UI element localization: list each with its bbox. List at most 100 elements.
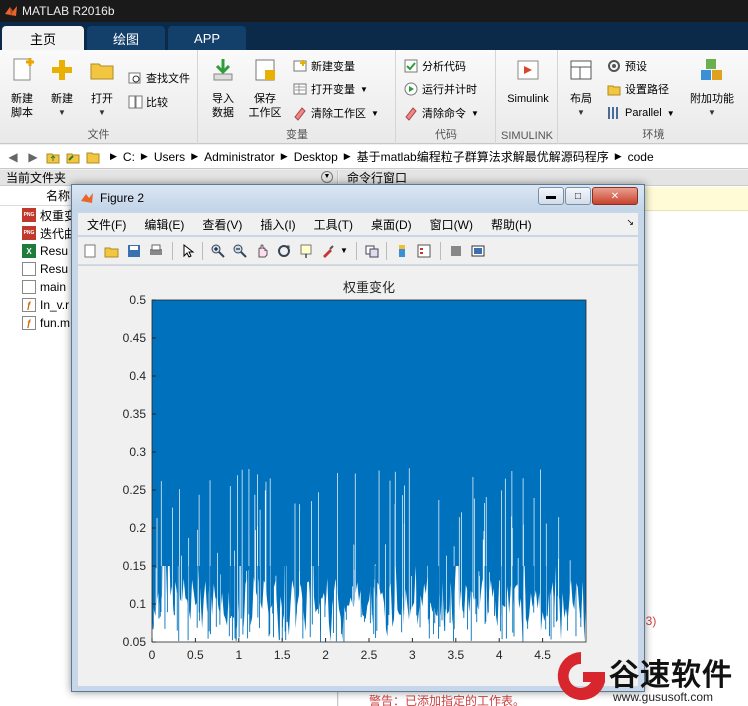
- menu-window[interactable]: 窗口(W): [430, 216, 473, 233]
- open-variable-button[interactable]: 打开变量 ▼: [292, 79, 368, 99]
- compare-icon: [128, 95, 143, 109]
- weight-change-chart[interactable]: 0 0.5 1 1.5 2 2.5 3 3.5 4 4.5 0.05 0.1 0.15 0.2 0.25 0.…: [78, 266, 638, 686]
- zoom-in-icon[interactable]: [210, 243, 226, 259]
- pointer-icon[interactable]: [180, 243, 196, 259]
- tab-plots[interactable]: 绘图: [87, 26, 166, 50]
- menu-edit[interactable]: 编辑(E): [144, 216, 184, 233]
- compare-button[interactable]: 比较: [127, 92, 168, 112]
- panel-menu-icon[interactable]: ▼: [321, 171, 333, 183]
- excel-file-icon: X: [22, 244, 36, 258]
- find-files-button[interactable]: 查找文件: [127, 68, 190, 88]
- figure-title: Figure 2: [100, 191, 145, 205]
- zoom-out-icon[interactable]: [232, 243, 248, 259]
- file-name: main: [40, 280, 67, 294]
- x-tick-label: 2.5: [361, 648, 378, 662]
- new-label: 新建: [51, 93, 73, 105]
- open-file-icon[interactable]: [104, 243, 120, 259]
- x-tick-label: 1: [235, 648, 242, 662]
- addons-cubes-icon: [701, 59, 722, 80]
- clear-commands-icon: [405, 107, 417, 121]
- tab-apps[interactable]: APP: [168, 26, 247, 50]
- menu-help[interactable]: 帮助(H): [491, 216, 532, 233]
- y-tick-label: 0.45: [123, 331, 147, 345]
- run-and-time-button[interactable]: 运行并计时: [403, 79, 477, 99]
- simulink-button[interactable]: Simulink: [501, 56, 555, 106]
- analyze-code-icon: [404, 59, 418, 73]
- clear-commands-button[interactable]: 清除命令 ▼: [403, 103, 479, 123]
- menu-insert[interactable]: 插入(I): [260, 216, 295, 233]
- simulink-label: Simulink: [507, 93, 549, 105]
- layout-icon: [570, 60, 592, 80]
- back-icon[interactable]: ◀: [4, 149, 22, 165]
- layout-button[interactable]: 布局 ▼: [561, 56, 601, 120]
- link-plot-icon[interactable]: [364, 243, 380, 259]
- find-files-icon: [128, 72, 141, 84]
- crumb-administrator[interactable]: Administrator: [204, 150, 275, 164]
- crumb-drive[interactable]: C:: [123, 150, 135, 164]
- import-data-button[interactable]: 导入 数据: [203, 56, 243, 120]
- minimize-button[interactable]: ▬: [538, 187, 564, 205]
- clear-workspace-icon: [294, 107, 306, 121]
- clear-workspace-label: 清除工作区: [311, 108, 366, 120]
- brush-dropdown-icon[interactable]: ▼: [340, 246, 356, 262]
- up-folder-icon[interactable]: [44, 149, 62, 165]
- menu-desktop[interactable]: 桌面(D): [371, 216, 412, 233]
- clear-workspace-button[interactable]: 清除工作区 ▼: [292, 103, 379, 123]
- window-title: MATLAB R2016b: [22, 4, 115, 18]
- crumb-users[interactable]: Users: [154, 150, 185, 164]
- menu-view[interactable]: 查看(V): [202, 216, 242, 233]
- close-button[interactable]: ✕: [592, 187, 638, 205]
- maximize-button[interactable]: □: [565, 187, 591, 205]
- new-script-button[interactable]: 新建 脚本: [2, 56, 42, 120]
- figure-canvas[interactable]: 0 0.5 1 1.5 2 2.5 3 3.5 4 4.5 0.05 0.1 0.15 0.2 0.25 0.…: [78, 266, 638, 686]
- browse-folder-icon[interactable]: [64, 149, 82, 165]
- chart-title: 权重变化: [343, 280, 395, 296]
- new-button[interactable]: 新建 ▼: [42, 56, 82, 120]
- path-separator-icon: ▶: [343, 151, 351, 161]
- run-and-time-label: 运行并计时: [422, 84, 477, 96]
- pan-hand-icon[interactable]: [254, 243, 270, 259]
- print-icon[interactable]: [148, 243, 164, 259]
- tab-plots-label: 绘图: [113, 31, 140, 47]
- parallel-button[interactable]: Parallel ▼: [606, 103, 675, 123]
- dock-arrow-icon[interactable]: ↘: [626, 217, 634, 228]
- environment-group-label: 环境: [642, 129, 665, 141]
- analyze-code-label: 分析代码: [422, 61, 466, 73]
- addons-button[interactable]: 附加功能 ▼: [687, 56, 737, 120]
- hide-plot-tools-icon[interactable]: [448, 243, 464, 259]
- forward-icon[interactable]: ▶: [24, 149, 42, 165]
- open-variable-label: 打开变量: [311, 84, 355, 96]
- brush-icon[interactable]: [320, 243, 336, 259]
- save-icon[interactable]: [126, 243, 142, 259]
- crumb-project[interactable]: 基于matlab编程粒子群算法求解最优解源码程序: [357, 148, 609, 165]
- menu-file[interactable]: 文件(F): [87, 216, 126, 233]
- open-button[interactable]: 打开 ▼: [82, 56, 122, 120]
- rotate-3d-icon[interactable]: [276, 243, 292, 259]
- toolbar-separator: [386, 242, 387, 260]
- clear-commands-label: 清除命令: [422, 108, 466, 120]
- tab-apps-label: APP: [194, 30, 221, 46]
- preferences-button[interactable]: 预设: [606, 56, 647, 76]
- simulink-icon: [517, 60, 539, 80]
- analyze-code-button[interactable]: 分析代码: [403, 56, 466, 76]
- watermark-brand: 谷速软件: [609, 658, 733, 693]
- new-figure-icon[interactable]: [82, 243, 98, 259]
- file-name: Resu: [40, 244, 69, 258]
- legend-icon[interactable]: [416, 243, 432, 259]
- toolbar-separator: [440, 242, 441, 260]
- colorbar-icon[interactable]: [394, 243, 410, 259]
- watermark-url: www.gususoft.com: [613, 690, 714, 704]
- new-variable-button[interactable]: 新建变量: [292, 56, 355, 76]
- show-plot-tools-icon[interactable]: [470, 243, 486, 259]
- save-workspace-button[interactable]: 保存 工作区: [245, 56, 285, 120]
- current-folder-title: 当前文件夹: [6, 171, 67, 185]
- variable-group: 导入 数据 保存 工作区 新建变量 打开变量 ▼ 清除工作区 ▼ 变量: [199, 50, 396, 144]
- set-path-button[interactable]: 设置路径: [606, 79, 669, 99]
- tab-home[interactable]: 主页: [2, 26, 85, 50]
- crumb-desktop[interactable]: Desktop: [294, 150, 338, 164]
- data-cursor-icon[interactable]: [298, 243, 314, 259]
- menu-tools[interactable]: 工具(T): [314, 216, 353, 233]
- open-variable-icon: [293, 83, 307, 95]
- import-data-label: 导入 数据: [212, 93, 234, 119]
- crumb-code[interactable]: code: [628, 150, 654, 164]
